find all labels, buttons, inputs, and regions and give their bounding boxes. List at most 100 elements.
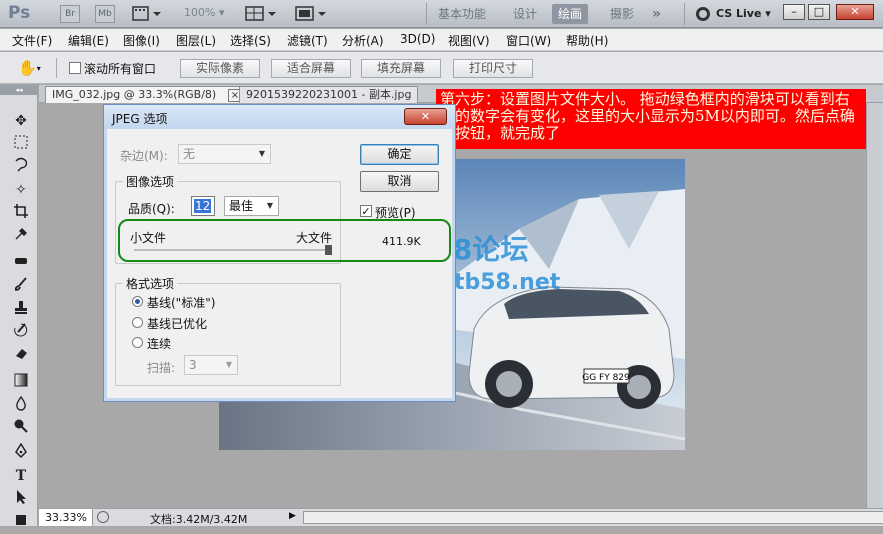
eraser-tool-icon[interactable] [11,345,31,365]
scans-select[interactable]: 3 ▼ [184,355,238,375]
menu-view[interactable]: 视图(V) [448,32,490,49]
application-bar: Ps Br Mb 100% ▾ 基本功能 设计 绘画 摄影 » CS Live … [0,0,883,28]
baseline-optimized-label: 基线已优化 [147,317,208,331]
quick-selection-tool-icon[interactable]: ✧ [11,180,31,200]
tab-img-032[interactable]: IMG_032.jpg @ 33.3%(RGB/8) × [45,86,250,103]
photoshop-logo: Ps [8,3,31,23]
film-strip-icon [132,6,161,21]
menu-analysis[interactable]: 分析(A) [342,32,384,49]
tab-copy-document[interactable]: 9201539220231001 - 副本.jpg [239,86,419,103]
bridge-button[interactable]: Br [60,5,80,23]
view-extras-button[interactable] [132,6,162,22]
workspace-photography[interactable]: 摄影 [604,4,640,24]
fill-screen-button[interactable]: 填充屏幕 [361,59,441,78]
shape-tool-icon[interactable] [11,512,31,532]
horizontal-scrollbar[interactable] [303,511,883,524]
gradient-tool-icon[interactable] [11,372,31,392]
menu-filter[interactable]: 滤镜(T) [287,32,328,49]
matte-value: 无 [183,147,196,161]
spot-healing-tool-icon[interactable] [11,253,31,273]
baseline-standard-label: 基线("标准") [147,296,216,310]
zoom-level-dropdown[interactable]: 100% ▾ [184,6,224,19]
maximize-button[interactable]: □ [808,4,830,20]
status-info-icon[interactable] [97,511,109,523]
menu-edit[interactable]: 编辑(E) [68,32,109,49]
brush-tool-icon[interactable] [11,276,31,296]
cancel-button[interactable]: 取消 [360,171,439,192]
fit-screen-button[interactable]: 适合屏幕 [271,59,351,78]
cs-live-button[interactable]: CS Live ▾ [716,7,771,20]
eyedropper-tool-icon[interactable] [11,226,31,246]
actual-pixels-button[interactable]: 实际像素 [180,59,260,78]
workspace-design[interactable]: 设计 [507,4,543,24]
cs-live-icon [696,7,710,21]
dialog-close-button[interactable]: ✕ [404,108,447,125]
menu-bar: 文件(F) 编辑(E) 图像(I) 图层(L) 选择(S) 滤镜(T) 分析(A… [0,29,883,51]
pen-tool-icon[interactable] [11,442,31,463]
clone-stamp-tool-icon[interactable] [11,299,31,319]
path-selection-tool-icon[interactable] [11,489,31,509]
workspace-essentials[interactable]: 基本功能 [432,4,492,24]
status-bar: 33.33% 文档:3.42M/3.42M ▶ [39,508,883,526]
menu-window[interactable]: 窗口(W) [506,32,551,49]
blur-tool-icon[interactable] [11,395,31,415]
quality-preset-select[interactable]: 最佳 ▼ [224,196,279,216]
chevron-down-icon: ▼ [225,360,233,369]
dodge-tool-icon[interactable] [11,418,31,438]
menu-file[interactable]: 文件(F) [12,32,52,49]
tools-panel: ◂◂ ✥ ✧ T [0,85,38,526]
scans-value: 3 [189,358,197,372]
ok-button[interactable]: 确定 [360,144,439,165]
menu-layer[interactable]: 图层(L) [176,32,216,49]
vertical-scrollbar[interactable] [866,103,883,508]
print-size-button[interactable]: 打印尺寸 [453,59,533,78]
cs-live-label: CS Live [716,7,762,20]
divider [684,3,685,25]
lasso-tool-icon[interactable] [11,157,31,177]
crop-tool-icon[interactable] [11,203,31,223]
dialog-title: JPEG 选项 [112,112,168,126]
zoom-field[interactable]: 33.33% [39,509,93,526]
dialog-title-bar[interactable]: JPEG 选项 ✕ [104,105,455,129]
status-menu-arrow-icon[interactable]: ▶ [289,511,296,521]
type-tool-icon[interactable]: T [11,466,31,486]
minimize-button[interactable]: – [783,4,805,20]
mini-bridge-button[interactable]: Mb [95,5,115,23]
close-window-button[interactable]: ✕ [836,4,874,20]
matte-select[interactable]: 无 ▼ [178,144,271,164]
hand-tool-preset-picker[interactable]: ✋▾ [18,59,44,78]
tools-panel-header[interactable]: ◂◂ [0,85,38,95]
options-bar: ✋▾ 滚动所有窗口 实际像素 适合屏幕 填充屏幕 打印尺寸 [0,52,883,84]
tab-copy-document-label: 9201539220231001 - 副本.jpg [246,88,412,101]
quality-label: 品质(Q): [128,202,175,216]
history-brush-tool-icon[interactable] [11,322,31,342]
quality-value: 12 [194,199,212,213]
marquee-tool-icon[interactable] [11,134,31,154]
progressive-label: 连续 [147,337,172,351]
scroll-all-windows-checkbox[interactable] [69,62,81,74]
scans-label: 扫描: [147,361,176,375]
screen-mode-button[interactable] [295,6,329,22]
license-plate: GG FY 829 [582,373,630,383]
divider [426,3,427,25]
slider-highlight-box [118,219,451,262]
move-tool-icon[interactable]: ✥ [11,111,31,131]
menu-image[interactable]: 图像(I) [123,32,160,49]
quality-input[interactable]: 12 [191,196,215,216]
tutorial-annotation: 第六步：设置图片文件大小。 拖动绿色框内的滑块可以看到右边的数字会有变化，这里的… [436,89,866,149]
menu-help[interactable]: 帮助(H) [566,32,608,49]
format-options-legend: 格式选项 [123,275,178,292]
more-workspaces-button[interactable]: » [646,4,667,24]
chevron-down-icon: ▼ [258,149,266,158]
workspace-painting[interactable]: 绘画 [552,4,589,24]
preview-checkbox[interactable]: ✓ [360,205,372,217]
progressive-radio[interactable] [132,337,143,348]
baseline-standard-radio[interactable] [132,296,143,307]
baseline-optimized-radio[interactable] [132,317,143,328]
menu-select[interactable]: 选择(S) [230,32,271,49]
image-options-legend: 图像选项 [123,173,178,190]
matte-label: 杂边(M): [120,149,168,163]
arrange-documents-button[interactable] [245,6,279,22]
hand-icon: ✋ [18,59,37,77]
menu-3d[interactable]: 3D(D) [400,32,435,46]
